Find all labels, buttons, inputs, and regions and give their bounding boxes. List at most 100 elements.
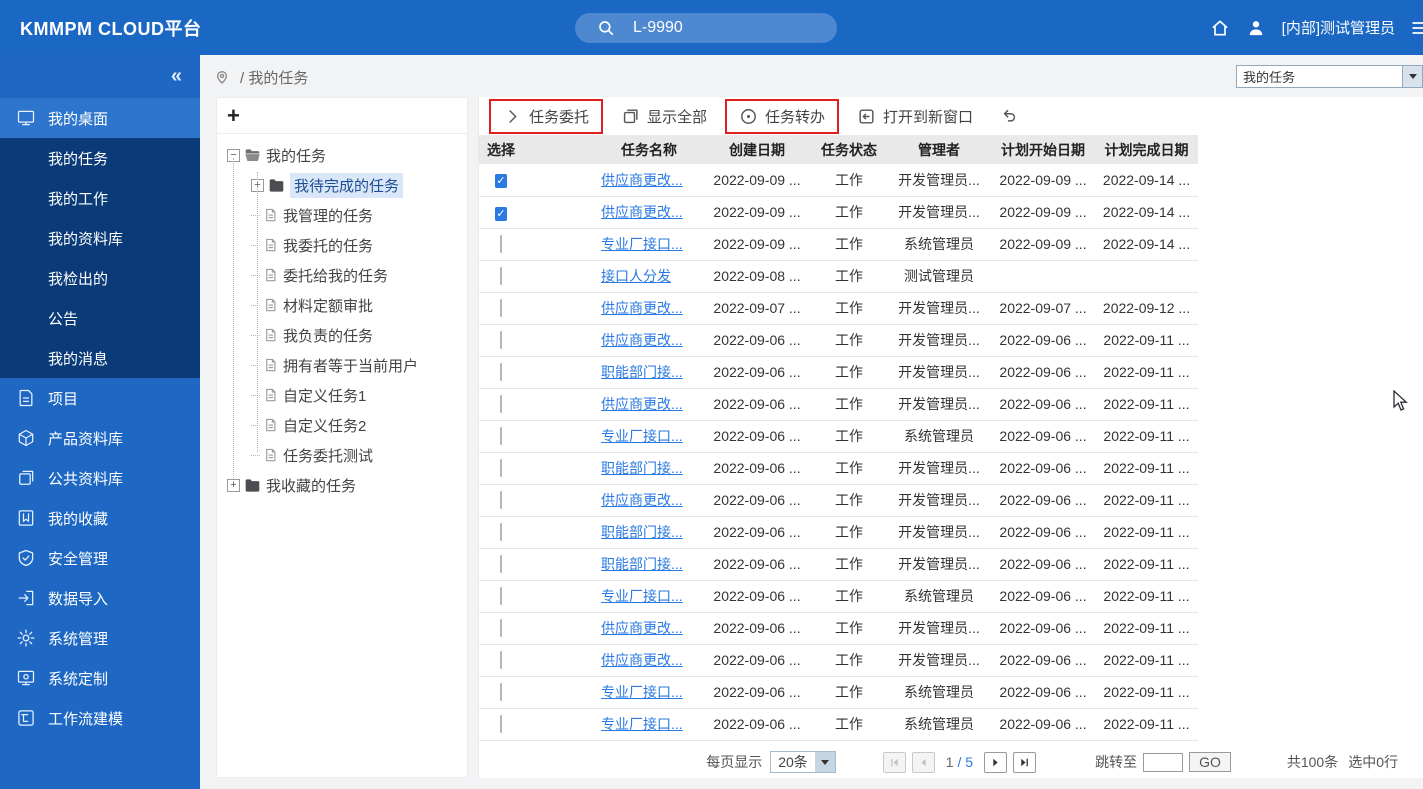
row-checkbox[interactable] [500, 523, 502, 541]
view-select[interactable]: 我的任务 [1236, 65, 1423, 88]
task-name-link[interactable]: 供应商更改... [601, 204, 683, 220]
tree-node[interactable]: 我负责的任务 [217, 320, 467, 350]
last-page-button[interactable] [1013, 752, 1036, 773]
task-name-link[interactable]: 专业厂接口... [601, 588, 683, 604]
table-row[interactable]: 供应商更改...2022-09-06 ...工作开发管理员...2022-09-… [479, 388, 1198, 420]
task-name-link[interactable]: 专业厂接口... [601, 428, 683, 444]
sidebar-item-12[interactable]: 数据导入 [0, 578, 200, 618]
table-row[interactable]: 专业厂接口...2022-09-06 ...工作系统管理员2022-09-06 … [479, 420, 1198, 452]
column-header-0[interactable]: 选择 [479, 135, 523, 164]
task-name-link[interactable]: 供应商更改... [601, 396, 683, 412]
column-header-3[interactable]: 创建日期 [703, 135, 811, 164]
chevron-down-icon[interactable] [1402, 66, 1422, 87]
row-checkbox[interactable] [500, 459, 502, 477]
home-icon[interactable] [1210, 18, 1230, 38]
sidebar-item-9[interactable]: 公共资料库 [0, 458, 200, 498]
table-row[interactable]: 职能部门接...2022-09-06 ...工作开发管理员...2022-09-… [479, 516, 1198, 548]
task-name-link[interactable]: 供应商更改... [601, 492, 683, 508]
table-row[interactable]: 供应商更改...2022-09-06 ...工作开发管理员...2022-09-… [479, 644, 1198, 676]
column-header-2[interactable]: 任务名称 [595, 135, 703, 164]
row-checkbox[interactable] [500, 651, 502, 669]
show-all-button[interactable]: 显示全部 [613, 101, 715, 132]
table-row[interactable]: 供应商更改...2022-09-06 ...工作开发管理员...2022-09-… [479, 612, 1198, 644]
row-checkbox[interactable]: ✓ [495, 174, 506, 188]
task-name-link[interactable]: 专业厂接口... [601, 684, 683, 700]
task-name-link[interactable]: 职能部门接... [601, 364, 683, 380]
tree-node[interactable]: 自定义任务1 [217, 380, 467, 410]
per-page-select[interactable]: 20条 [770, 751, 836, 773]
row-checkbox[interactable] [500, 715, 502, 733]
tree-node[interactable]: 我管理的任务 [217, 200, 467, 230]
table-row[interactable]: ✓供应商更改...2022-09-09 ...工作开发管理员...2022-09… [479, 164, 1198, 196]
sidebar-item-11[interactable]: 安全管理 [0, 538, 200, 578]
column-header-4[interactable]: 任务状态 [811, 135, 887, 164]
row-checkbox[interactable] [500, 267, 502, 285]
prev-page-button[interactable] [912, 752, 935, 773]
row-checkbox[interactable] [500, 299, 502, 317]
tree-node[interactable]: −我的任务 [217, 140, 467, 170]
task-name-link[interactable]: 职能部门接... [601, 460, 683, 476]
tree-node[interactable]: +我待完成的任务 [217, 170, 467, 200]
first-page-button[interactable] [883, 752, 906, 773]
row-checkbox[interactable] [500, 619, 502, 637]
table-row[interactable]: 职能部门接...2022-09-06 ...工作开发管理员...2022-09-… [479, 548, 1198, 580]
row-checkbox[interactable] [500, 331, 502, 349]
table-row[interactable]: 供应商更改...2022-09-06 ...工作开发管理员...2022-09-… [479, 484, 1198, 516]
jump-input[interactable] [1143, 753, 1183, 772]
open-new-window-button[interactable]: 打开到新窗口 [849, 101, 981, 132]
sidebar-item-3[interactable]: 我的资料库 [0, 218, 200, 258]
tree-node[interactable]: 委托给我的任务 [217, 260, 467, 290]
sidebar-item-6[interactable]: 我的消息 [0, 338, 200, 378]
row-checkbox[interactable] [500, 235, 502, 253]
task-name-link[interactable]: 供应商更改... [601, 652, 683, 668]
task-name-link[interactable]: 接口人分发 [601, 268, 671, 284]
task-name-link[interactable]: 供应商更改... [601, 332, 683, 348]
sidebar-item-2[interactable]: 我的工作 [0, 178, 200, 218]
task-name-link[interactable]: 职能部门接... [601, 556, 683, 572]
task-name-link[interactable]: 专业厂接口... [601, 716, 683, 732]
tree-node[interactable]: 拥有者等于当前用户 [217, 350, 467, 380]
sidebar-item-5[interactable]: 公告 [0, 298, 200, 338]
go-button[interactable]: GO [1189, 752, 1231, 772]
row-checkbox[interactable] [500, 683, 502, 701]
table-row[interactable]: 专业厂接口...2022-09-06 ...工作系统管理员2022-09-06 … [479, 580, 1198, 612]
sidebar-item-0[interactable]: 我的桌面 [0, 98, 200, 138]
next-page-button[interactable] [984, 752, 1007, 773]
tree-node[interactable]: +我收藏的任务 [217, 470, 467, 500]
sidebar-item-4[interactable]: 我检出的 [0, 258, 200, 298]
sidebar-item-7[interactable]: 项目 [0, 378, 200, 418]
row-checkbox[interactable] [500, 395, 502, 413]
task-name-link[interactable]: 供应商更改... [601, 620, 683, 636]
task-name-link[interactable]: 供应商更改... [601, 172, 683, 188]
task-delegate-button[interactable]: 任务委托 [489, 99, 603, 134]
sidebar-item-14[interactable]: 系统定制 [0, 658, 200, 698]
table-row[interactable]: 职能部门接...2022-09-06 ...工作开发管理员...2022-09-… [479, 356, 1198, 388]
column-header-6[interactable]: 计划开始日期 [991, 135, 1095, 164]
add-node-button[interactable]: + [227, 106, 240, 126]
tree-node[interactable]: 我委托的任务 [217, 230, 467, 260]
sidebar-item-13[interactable]: 系统管理 [0, 618, 200, 658]
table-row[interactable]: 供应商更改...2022-09-06 ...工作开发管理员...2022-09-… [479, 324, 1198, 356]
menu-icon[interactable] [1409, 18, 1423, 38]
global-search-input[interactable]: L-9990 [575, 13, 837, 43]
table-row[interactable]: 专业厂接口...2022-09-09 ...工作系统管理员2022-09-09 … [479, 228, 1198, 260]
tree-node[interactable]: 材料定额审批 [217, 290, 467, 320]
sidebar-item-1[interactable]: 我的任务 [0, 138, 200, 178]
task-name-link[interactable]: 专业厂接口... [601, 236, 683, 252]
collapse-sidebar-button[interactable]: « [171, 65, 182, 88]
table-row[interactable]: 接口人分发2022-09-08 ...工作测试管理员 [479, 260, 1198, 292]
sidebar-item-10[interactable]: 我的收藏 [0, 498, 200, 538]
column-header-1[interactable] [523, 135, 595, 164]
row-checkbox[interactable] [500, 427, 502, 445]
user-icon[interactable] [1246, 18, 1266, 38]
tree-node[interactable]: 自定义任务2 [217, 410, 467, 440]
sidebar-item-8[interactable]: 产品资料库 [0, 418, 200, 458]
task-transfer-button[interactable]: 任务转办 [725, 99, 839, 134]
row-checkbox[interactable]: ✓ [495, 207, 506, 221]
user-name[interactable]: [内部]测试管理员 [1282, 17, 1395, 38]
task-name-link[interactable]: 供应商更改... [601, 300, 683, 316]
table-row[interactable]: 供应商更改...2022-09-07 ...工作开发管理员...2022-09-… [479, 292, 1198, 324]
sidebar-item-15[interactable]: 工作流建模 [0, 698, 200, 738]
table-row[interactable]: 专业厂接口...2022-09-06 ...工作系统管理员2022-09-06 … [479, 708, 1198, 740]
column-header-7[interactable]: 计划完成日期 [1095, 135, 1198, 164]
